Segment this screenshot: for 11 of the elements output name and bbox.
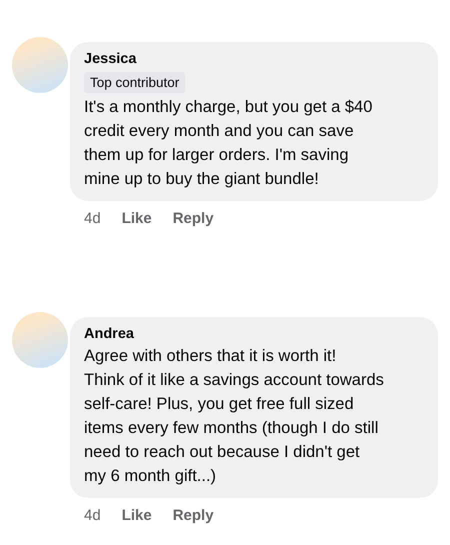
comment-text: Agree with others that it is worth it! Think of it like a savings account towards self-care! Plus, you get free full sized items every few months (though I do still need to reach out because I didn't get my 6 month gift...): [84, 346, 385, 486]
timestamp: 4d: [84, 209, 101, 229]
contributor-badge: Top contributor: [84, 72, 186, 93]
action-link[interactable]: Like: [122, 504, 152, 527]
action-link[interactable]: Reply: [172, 504, 214, 527]
timestamp: 4d: [84, 506, 101, 526]
action-link[interactable]: Reply: [172, 208, 214, 230]
author-name[interactable]: Andrea: [84, 324, 426, 344]
action-link[interactable]: Like: [122, 208, 152, 230]
comment-text: It's a monthly charge, but you get a $40 credit every month and you can save them up for larger orders. I'm saving mine up to buy the giant bundle!: [84, 97, 374, 190]
author-name[interactable]: Jessica: [84, 50, 426, 69]
